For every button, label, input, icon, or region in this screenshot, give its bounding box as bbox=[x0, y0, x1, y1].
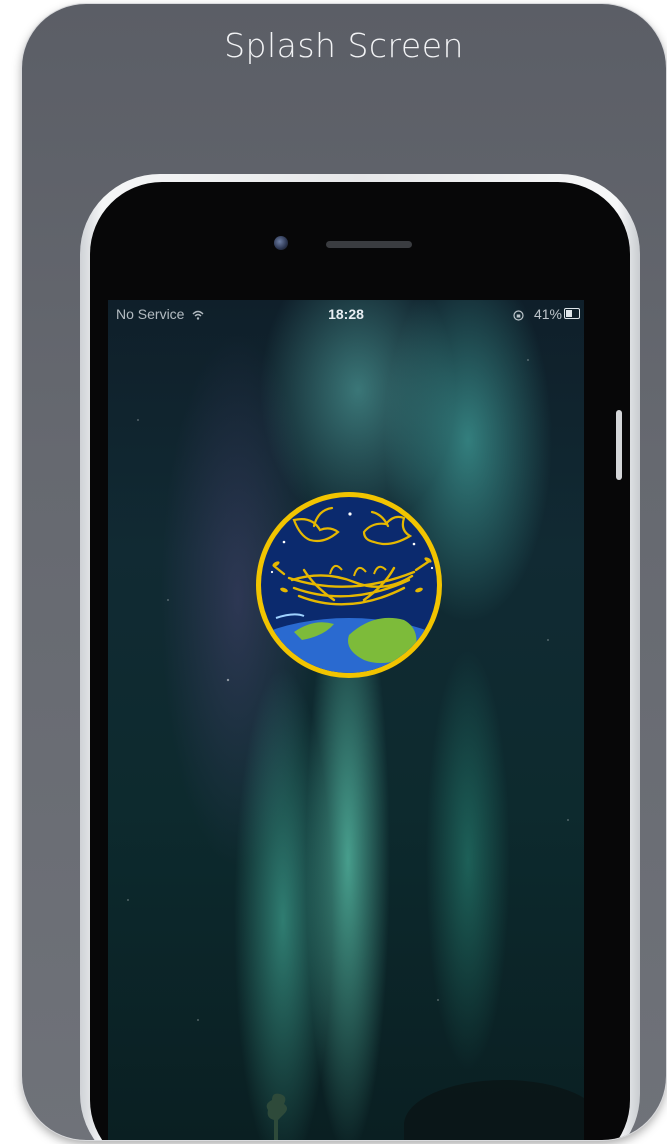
page-title: Splash Screen bbox=[224, 26, 464, 65]
status-bar: No Service 18:28 41% bbox=[108, 300, 584, 328]
front-camera bbox=[274, 236, 288, 250]
starfield-background bbox=[108, 300, 584, 1140]
splash-screen: No Service 18:28 41% bbox=[108, 300, 584, 1140]
battery-percent: 41% bbox=[533, 306, 562, 322]
battery-icon bbox=[564, 308, 580, 319]
status-right: 41% bbox=[513, 306, 562, 322]
silhouette-tree bbox=[266, 1093, 287, 1140]
volume-button bbox=[616, 410, 622, 480]
earpiece-speaker bbox=[326, 241, 412, 248]
app-logo bbox=[256, 492, 442, 678]
orientation-lock-icon bbox=[513, 310, 524, 321]
